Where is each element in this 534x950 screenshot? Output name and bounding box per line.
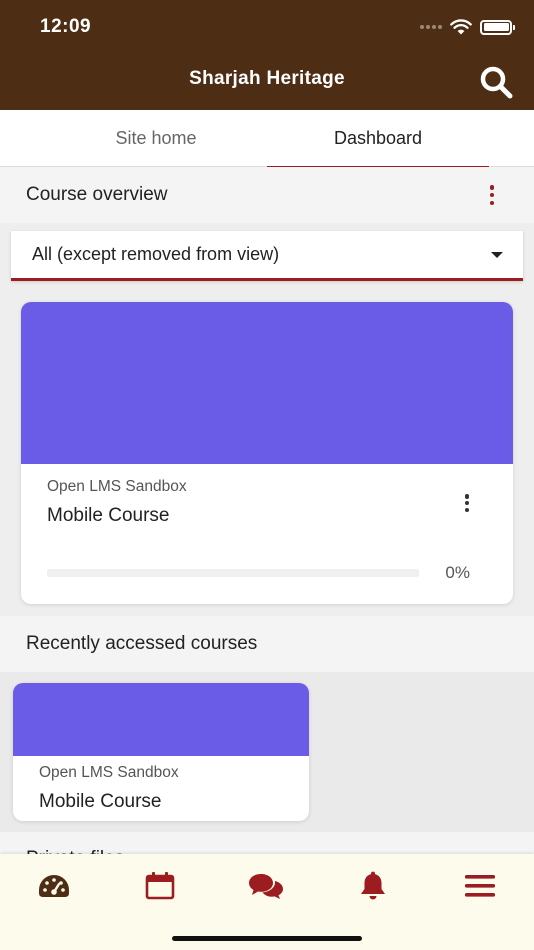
main-tabs: Site home Dashboard [0,110,534,168]
course-image [13,683,309,756]
filter-selected-value: All (except removed from view) [32,244,280,264]
section-title: Recently accessed courses [26,633,258,654]
course-name: Mobile Course [39,791,162,812]
calendar-icon [145,872,175,900]
signal-icon [420,25,442,29]
tab-dashboard[interactable]: Dashboard [267,110,489,168]
tab-site-home[interactable]: Site home [45,110,267,167]
private-files-section[interactable]: Private files › [0,832,534,856]
nav-messages[interactable] [236,868,296,904]
nav-notifications[interactable] [343,868,403,904]
status-time: 12:09 [40,16,92,37]
caret-down-icon [491,252,503,258]
course-progress-label: 0% [445,563,470,582]
course-overview-options-button[interactable] [486,183,498,207]
section-title: Course overview [26,184,168,205]
course-category: Open LMS Sandbox [39,764,179,781]
status-icons [420,18,515,36]
course-overview-header: Course overview [0,167,534,223]
course-progress-bar [47,569,419,577]
status-bar: 12:09 [0,0,534,54]
menu-icon [465,875,495,897]
recent-course-card[interactable]: Open LMS Sandbox Mobile Course [13,683,309,821]
page-title: Sharjah Heritage [189,68,345,89]
bell-icon [361,871,385,900]
recent-courses-header: Recently accessed courses [0,616,534,672]
home-indicator [172,936,362,941]
course-card[interactable]: Open LMS Sandbox Mobile Course 0% [21,302,513,604]
nav-more[interactable] [450,868,510,904]
dashboard-icon [39,875,69,897]
course-filter-select[interactable]: All (except removed from view) [11,231,523,281]
battery-icon [480,19,515,35]
course-image [21,302,513,464]
search-button[interactable] [476,62,516,102]
nav-dashboard[interactable] [24,868,84,904]
course-name: Mobile Course [47,505,170,526]
nav-calendar[interactable] [130,868,190,904]
search-icon [480,66,513,99]
app-header: Sharjah Heritage [0,54,534,110]
course-options-button[interactable] [461,492,473,514]
course-category: Open LMS Sandbox [47,478,187,495]
messages-icon [249,874,283,899]
wifi-icon [450,19,472,35]
